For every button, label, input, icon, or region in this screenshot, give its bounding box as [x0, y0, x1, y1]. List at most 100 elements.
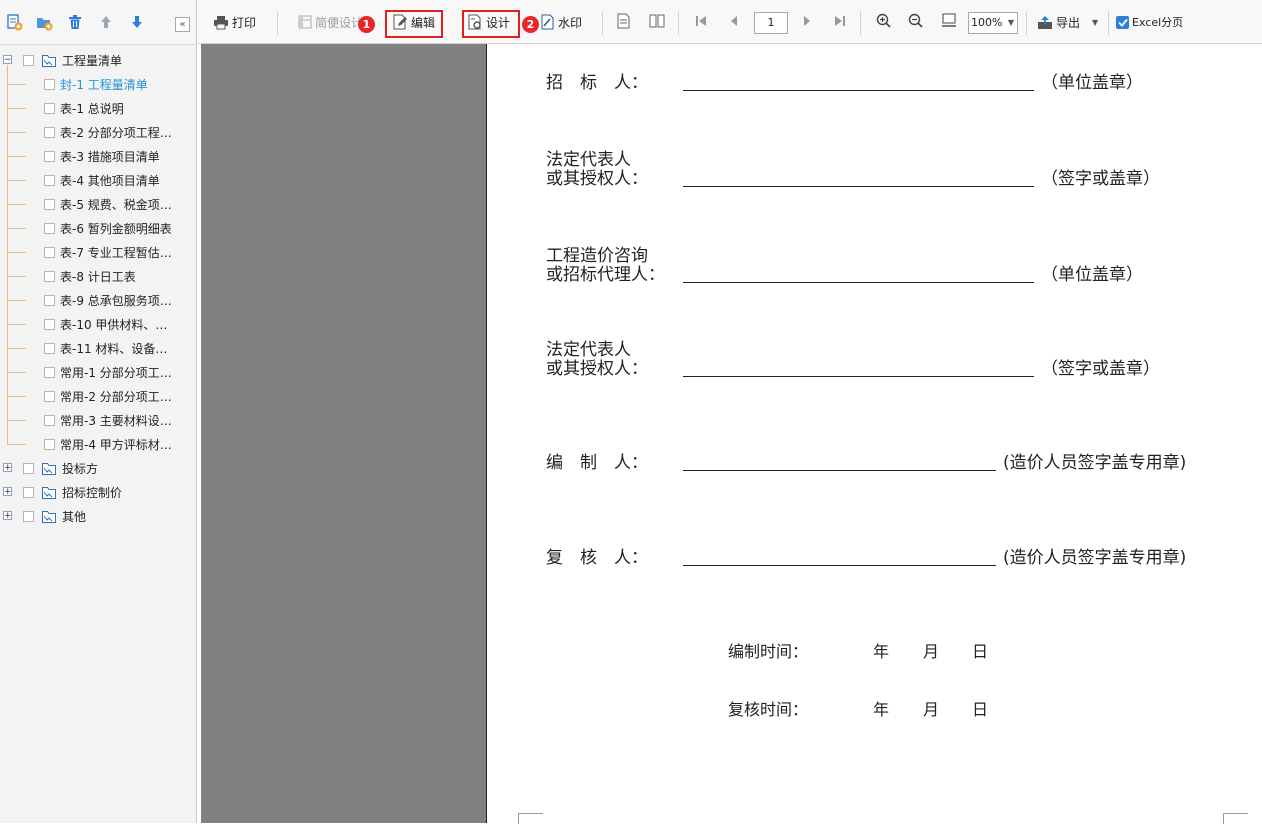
- compile-time-label: 编制时间：: [728, 642, 809, 661]
- tree-expander-icon[interactable]: +: [3, 487, 12, 497]
- tree-connector-line: [8, 420, 26, 421]
- tree-item-label: 表-5 规费、税金项…: [60, 197, 172, 212]
- zoom-in-icon: [876, 13, 891, 31]
- tree-item[interactable]: 常用-3 主要材料设…: [44, 409, 172, 431]
- export-button[interactable]: 导出 ▼: [1037, 0, 1098, 44]
- checkbox[interactable]: [44, 294, 55, 306]
- add-report-icon[interactable]: [5, 13, 23, 31]
- print-label: 打印: [232, 15, 257, 30]
- tree-item[interactable]: 封-1 工程量清单: [44, 73, 148, 95]
- checkbox[interactable]: [44, 222, 55, 234]
- edit-button[interactable]: 编辑: [393, 0, 435, 44]
- move-up-icon[interactable]: [97, 13, 115, 31]
- zoom-select[interactable]: 100% ▼: [968, 12, 1018, 34]
- checkbox[interactable]: [44, 198, 55, 210]
- checkbox[interactable]: [23, 54, 34, 66]
- checkbox[interactable]: [44, 246, 55, 258]
- watermark-label: 水印: [558, 15, 583, 30]
- move-down-icon[interactable]: [128, 13, 146, 31]
- tree-item[interactable]: 表-5 规费、税金项…: [44, 193, 172, 215]
- checkbox[interactable]: [44, 342, 55, 354]
- add-folder-icon[interactable]: [35, 13, 53, 31]
- tree-group[interactable]: 工程量清单: [23, 49, 122, 71]
- tree-item[interactable]: 表-10 甲供材料、…: [44, 313, 167, 335]
- checkbox[interactable]: [44, 438, 55, 450]
- simple-design-label: 简便设计: [315, 15, 364, 30]
- checkbox[interactable]: [44, 150, 55, 162]
- tree-expander-icon[interactable]: +: [3, 463, 12, 473]
- tree-item[interactable]: 表-11 材料、设备…: [44, 337, 167, 359]
- zoom-in-button[interactable]: [876, 0, 891, 44]
- checkbox[interactable]: [44, 390, 55, 402]
- tree-item[interactable]: 表-6 暂列金额明细表: [44, 217, 172, 239]
- double-page-view-button[interactable]: [649, 0, 665, 44]
- page-number-input[interactable]: 1: [754, 12, 788, 34]
- checkbox[interactable]: [44, 318, 55, 330]
- edit-label: 编辑: [411, 15, 436, 30]
- print-button[interactable]: 打印: [213, 0, 256, 44]
- export-icon: [1037, 15, 1053, 30]
- signature-field-note: （签字或盖章）: [1041, 359, 1160, 379]
- first-page-button[interactable]: [695, 0, 707, 44]
- checkbox[interactable]: [44, 366, 55, 378]
- checkbox[interactable]: [44, 174, 55, 186]
- signature-field-label: 复 核 人：: [546, 548, 648, 568]
- fit-width-button[interactable]: [941, 0, 957, 44]
- tree-item[interactable]: 表-1 总说明: [44, 97, 124, 119]
- simple-design-button[interactable]: 简便设计: [298, 0, 363, 44]
- tree-item[interactable]: 表-2 分部分项工程…: [44, 121, 172, 143]
- design-button[interactable]: 设计: [468, 0, 510, 44]
- step-1-badge: 1: [358, 16, 375, 33]
- checkbox[interactable]: [44, 126, 55, 138]
- checkbox[interactable]: [44, 78, 55, 90]
- tree-item[interactable]: 表-4 其他项目清单: [44, 169, 160, 191]
- tree-item[interactable]: 表-7 专业工程暂估…: [44, 241, 172, 263]
- month-label: 月: [923, 700, 940, 719]
- export-label: 导出: [1056, 15, 1081, 30]
- checkbox[interactable]: [23, 486, 34, 498]
- tree-item-label: 封-1 工程量清单: [60, 77, 148, 92]
- design-label: 设计: [486, 15, 511, 30]
- tree-connector-line: [8, 444, 26, 445]
- tree-item[interactable]: 表-3 措施项目清单: [44, 145, 160, 167]
- tree-item[interactable]: 常用-1 分部分项工…: [44, 361, 172, 383]
- tree-item-label: 其他: [62, 509, 87, 524]
- tree-group[interactable]: 其他: [23, 505, 86, 527]
- prev-page-button[interactable]: [729, 0, 739, 44]
- first-page-icon: [695, 15, 707, 30]
- tree-item[interactable]: 表-8 计日工表: [44, 265, 136, 287]
- single-page-view-button[interactable]: [617, 0, 631, 44]
- signature-field-note: （签字或盖章）: [1041, 169, 1160, 189]
- collapse-panel-button[interactable]: «: [175, 17, 190, 32]
- excel-paging-checkbox[interactable]: Excel分页: [1116, 0, 1183, 44]
- checkbox[interactable]: [23, 510, 34, 522]
- watermark-button[interactable]: 水印: [541, 0, 582, 44]
- tree-expander-icon[interactable]: −: [3, 55, 12, 65]
- tree-group[interactable]: 招标控制价: [23, 481, 122, 503]
- tree-item-label: 表-1 总说明: [60, 101, 124, 116]
- double-page-icon: [649, 13, 665, 32]
- last-page-icon: [834, 15, 846, 30]
- tree-group[interactable]: 投标方: [23, 457, 98, 479]
- next-page-button[interactable]: [802, 0, 812, 44]
- checkbox[interactable]: [23, 462, 34, 474]
- tree-item-label: 表-7 专业工程暂估…: [60, 245, 172, 260]
- signature-line: [683, 376, 1034, 377]
- last-page-button[interactable]: [834, 0, 846, 44]
- delete-icon[interactable]: [66, 13, 84, 31]
- zoom-out-button[interactable]: [908, 0, 923, 44]
- report-folder-icon: [42, 54, 56, 67]
- checkbox[interactable]: [44, 270, 55, 282]
- signature-field-note: （单位盖章）: [1041, 73, 1143, 93]
- tree-item[interactable]: 常用-4 甲方评标材…: [44, 433, 172, 455]
- report-tree-panel: « 工程量清单 − 封-1 工程量清单 表-1 总说明表-2 分部分项工程… 表-3 措…: [0, 0, 197, 823]
- checkbox[interactable]: [44, 414, 55, 426]
- tree-item[interactable]: 常用-2 分部分项工…: [44, 385, 172, 407]
- tree-connector-line: [8, 180, 26, 181]
- tree-connector-line: [8, 276, 26, 277]
- tree-expander-icon[interactable]: +: [3, 511, 12, 521]
- tree-item-label: 表-3 措施项目清单: [60, 149, 160, 164]
- checkbox[interactable]: [44, 102, 55, 114]
- tree-item[interactable]: 表-9 总承包服务项…: [44, 289, 172, 311]
- tree-connector-line: [8, 156, 26, 157]
